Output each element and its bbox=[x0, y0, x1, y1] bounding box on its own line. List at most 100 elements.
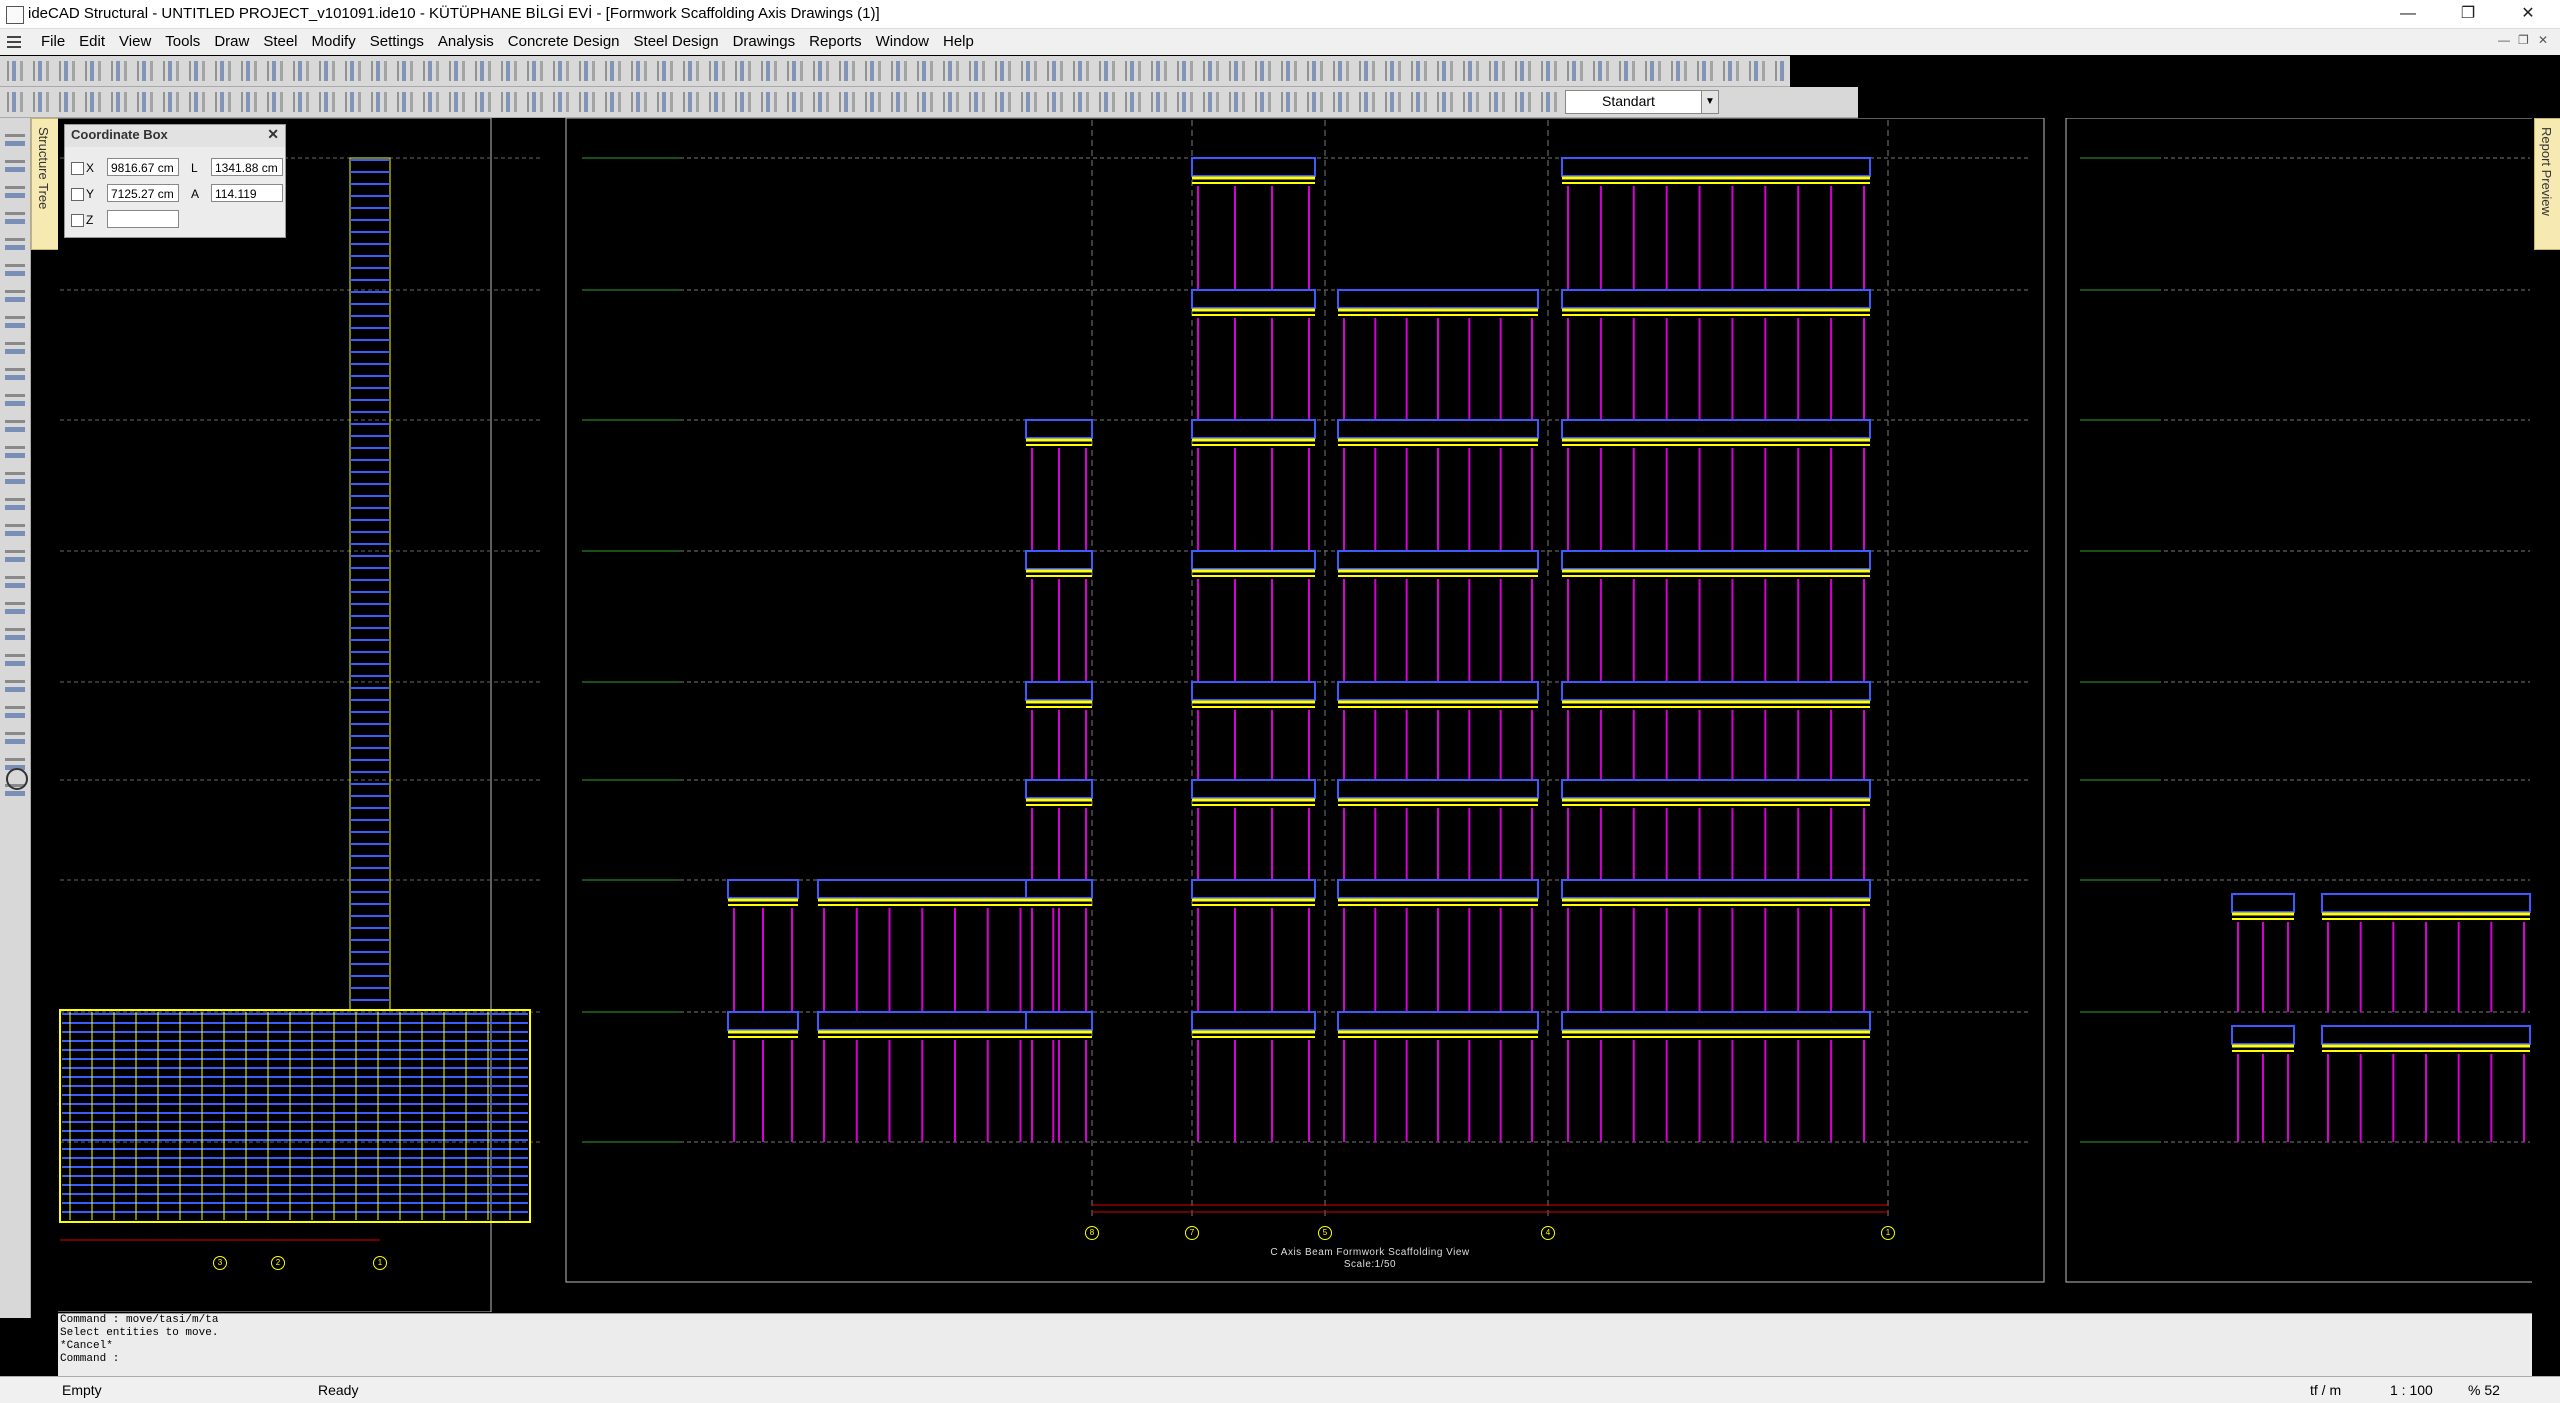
command-window[interactable]: Command : move/tasi/m/ta Select entities… bbox=[58, 1313, 2532, 1376]
z-label: Z bbox=[86, 213, 94, 227]
menu-item-view[interactable]: View bbox=[112, 29, 158, 55]
formwork bbox=[1337, 289, 1539, 309]
menu-item-window[interactable]: Window bbox=[869, 29, 936, 55]
formwork bbox=[1025, 550, 1093, 570]
minimize-button[interactable]: — bbox=[2380, 0, 2436, 28]
status-bar: Empty Ready tf / m 1 : 100 % 52 bbox=[0, 1376, 2560, 1403]
formwork bbox=[1191, 289, 1316, 309]
coordinate-box-header[interactable]: Coordinate Box ✕ bbox=[65, 125, 285, 147]
restore-button[interactable]: ❐ bbox=[2440, 0, 2496, 28]
x-field[interactable]: 9816.67 cm bbox=[107, 158, 179, 176]
axis-label: 1 bbox=[373, 1256, 387, 1270]
menu-item-steel[interactable]: Steel bbox=[256, 29, 304, 55]
mdi-minimize-button[interactable]: — bbox=[2498, 33, 2510, 47]
formwork bbox=[2231, 893, 2295, 913]
formwork bbox=[1337, 1011, 1539, 1031]
left-toolbar bbox=[0, 118, 31, 1318]
structure-tree-tab[interactable]: Structure Tree bbox=[31, 118, 59, 250]
toolbar-icons[interactable] bbox=[4, 61, 1786, 81]
menu-item-help[interactable]: Help bbox=[936, 29, 981, 55]
drawing-scale: Scale:1/50 bbox=[1343, 1259, 1397, 1270]
formwork bbox=[1561, 879, 1871, 899]
sheet-frame bbox=[0, 117, 492, 1313]
menu-item-analysis[interactable]: Analysis bbox=[431, 29, 501, 55]
axis-label: 5 bbox=[1318, 1226, 1332, 1240]
menu-items: File Edit View Tools Draw Steel Modify Settings… bbox=[34, 29, 981, 55]
formwork bbox=[1025, 1011, 1093, 1031]
formwork bbox=[1561, 779, 1871, 799]
formwork bbox=[2231, 1025, 2295, 1045]
title-bar: ideCAD Structural - UNTITLED PROJECT_v10… bbox=[0, 0, 2560, 29]
formwork bbox=[1561, 289, 1871, 309]
y-field[interactable]: 7125.27 cm bbox=[107, 184, 179, 202]
l-field[interactable]: 1341.88 cm bbox=[211, 158, 283, 176]
formwork bbox=[2321, 1025, 2531, 1045]
formwork bbox=[1191, 419, 1316, 439]
formwork bbox=[1025, 879, 1093, 899]
formwork bbox=[1337, 879, 1539, 899]
drawing-canvas[interactable] bbox=[0, 117, 2535, 1313]
formwork bbox=[1561, 1011, 1871, 1031]
chevron-down-icon[interactable]: ▼ bbox=[1701, 91, 1718, 113]
command-line-3: *Cancel* bbox=[60, 1340, 113, 1352]
command-line-1: Command : move/tasi/m/ta bbox=[60, 1314, 219, 1326]
axis-label: 2 bbox=[271, 1256, 285, 1270]
menu-item-edit[interactable]: Edit bbox=[72, 29, 112, 55]
menu-item-reports[interactable]: Reports bbox=[802, 29, 869, 55]
formwork bbox=[727, 1011, 799, 1031]
x-lock-checkbox[interactable] bbox=[71, 162, 84, 175]
cad-drawing bbox=[0, 117, 2535, 1313]
report-preview-label: Report Preview bbox=[2539, 127, 2554, 216]
menu-item-modify[interactable]: Modify bbox=[305, 29, 363, 55]
menu-item-file[interactable]: File bbox=[34, 29, 72, 55]
formwork bbox=[1561, 157, 1871, 177]
formwork bbox=[1337, 779, 1539, 799]
menu-item-drawings[interactable]: Drawings bbox=[726, 29, 803, 55]
left-toolbar-icons[interactable] bbox=[5, 128, 25, 808]
formwork bbox=[1025, 681, 1093, 701]
x-label: X bbox=[86, 161, 95, 175]
menu-item-draw[interactable]: Draw bbox=[207, 29, 256, 55]
mdi-close-button[interactable]: ✕ bbox=[2538, 33, 2548, 47]
formwork bbox=[727, 879, 799, 899]
a-label: A bbox=[191, 187, 200, 201]
y-label: Y bbox=[86, 187, 95, 201]
formwork bbox=[1191, 1011, 1316, 1031]
main-toolbar bbox=[0, 56, 1790, 87]
status-units[interactable]: tf / m bbox=[2310, 1382, 2341, 1398]
menu-item-tools[interactable]: Tools bbox=[158, 29, 207, 55]
status-zoom[interactable]: % 52 bbox=[2468, 1382, 2500, 1398]
menu-item-settings[interactable]: Settings bbox=[363, 29, 431, 55]
a-field[interactable]: 114.119 bbox=[211, 184, 283, 202]
formwork bbox=[2321, 893, 2531, 913]
structure-tree-label: Structure Tree bbox=[36, 127, 51, 210]
document-system-icon[interactable] bbox=[4, 33, 24, 51]
drawing-toolbar-icons[interactable] bbox=[4, 92, 1558, 112]
report-preview-tab[interactable]: Report Preview bbox=[2534, 118, 2560, 250]
formwork bbox=[1337, 419, 1539, 439]
menu-item-concrete-design[interactable]: Concrete Design bbox=[501, 29, 627, 55]
status-scale[interactable]: 1 : 100 bbox=[2390, 1382, 2433, 1398]
formwork bbox=[1191, 681, 1316, 701]
formwork bbox=[1025, 419, 1093, 439]
formwork bbox=[1025, 779, 1093, 799]
command-line-2: Select entities to move. bbox=[60, 1327, 219, 1339]
z-field[interactable] bbox=[107, 210, 179, 228]
coordinate-box: Coordinate Box ✕ X 9816.67 cm L 1341.88 … bbox=[64, 124, 286, 238]
formwork bbox=[1191, 157, 1316, 177]
y-lock-checkbox[interactable] bbox=[71, 188, 84, 201]
close-icon[interactable]: ✕ bbox=[267, 126, 279, 143]
mdi-restore-button[interactable]: ❐ bbox=[2518, 33, 2529, 47]
formwork bbox=[817, 879, 1093, 899]
binoculars-icon[interactable] bbox=[6, 768, 28, 790]
column-outline bbox=[349, 157, 391, 1011]
z-lock-checkbox[interactable] bbox=[71, 214, 84, 227]
status-mode: Ready bbox=[318, 1382, 359, 1398]
menu-item-steel-design[interactable]: Steel Design bbox=[627, 29, 726, 55]
axis-label: 4 bbox=[1541, 1226, 1555, 1240]
close-button[interactable]: ✕ bbox=[2500, 0, 2556, 28]
formwork bbox=[1337, 550, 1539, 570]
formwork bbox=[1561, 419, 1871, 439]
style-select[interactable]: Standart ▼ bbox=[1565, 90, 1719, 114]
command-input[interactable]: Command : bbox=[58, 1353, 2532, 1366]
